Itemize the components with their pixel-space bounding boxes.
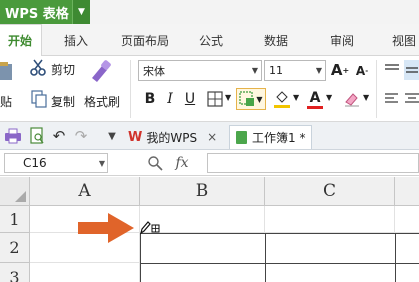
doc-tab-my-wps[interactable]: W 我的WPS ×	[128, 125, 217, 149]
close-icon[interactable]: ×	[207, 130, 217, 144]
name-box-value: C16	[23, 156, 47, 170]
cell-d1[interactable]	[395, 206, 419, 233]
tab-data[interactable]: 数据	[252, 24, 300, 56]
chevron-down-icon[interactable]: ▼	[99, 159, 105, 168]
row-header-1[interactable]: 1	[0, 206, 30, 233]
app-title: WPS 表格	[5, 6, 69, 22]
chevron-down-icon[interactable]: ▼	[326, 93, 332, 102]
scissors-icon[interactable]	[30, 59, 46, 77]
format-painter-icon[interactable]	[88, 58, 114, 84]
chevron-down-icon: ▼	[251, 66, 259, 75]
chevron-down-icon: ▼	[315, 66, 323, 75]
align-middle-icon[interactable]	[404, 60, 419, 80]
tab-page-layout[interactable]: 页面布局	[110, 24, 180, 56]
cell-d3[interactable]	[395, 263, 419, 282]
chevron-down-icon[interactable]: ▼	[225, 93, 231, 102]
cell-c1[interactable]	[265, 206, 395, 233]
quick-access-bar: ↶ ↷ ▼ W 我的WPS × 工作簿1 *	[0, 122, 419, 150]
formula-bar: C16 ▼ fx	[0, 150, 419, 176]
tab-insert[interactable]: 插入	[52, 24, 100, 56]
align-left-icon[interactable]	[384, 90, 400, 108]
undo-icon[interactable]: ↶	[50, 127, 68, 145]
decrease-font-size-icon[interactable]: A-	[353, 62, 371, 80]
spreadsheet-file-icon	[236, 131, 247, 144]
cell-a3[interactable]	[30, 263, 140, 282]
column-header-next[interactable]	[395, 177, 419, 206]
app-menu-button[interactable]: WPS 表格 ▼	[0, 0, 90, 24]
font-color-icon[interactable]: A	[306, 87, 324, 111]
increase-font-size-icon[interactable]: A +	[330, 60, 350, 80]
copy-icon[interactable]	[31, 90, 47, 108]
paste-label[interactable]: 贴	[0, 93, 12, 110]
redo-icon[interactable]: ↷	[72, 127, 90, 145]
doc-tab-label: 我的WPS	[146, 130, 198, 145]
font-size-select[interactable]: 11 ▼	[264, 60, 326, 81]
formula-input[interactable]	[207, 153, 419, 173]
align-top-icon[interactable]	[384, 62, 400, 78]
format-painter-label[interactable]: 格式刷	[84, 93, 120, 110]
cell-c2[interactable]	[265, 233, 396, 264]
cell-b2[interactable]	[140, 233, 266, 264]
chevron-down-icon[interactable]: ▼	[293, 93, 299, 102]
tab-review[interactable]: 审阅	[318, 24, 366, 56]
font-name-select[interactable]: 宋体 ▼	[138, 60, 262, 81]
ribbon-divider	[130, 60, 131, 118]
customize-toolbar-icon[interactable]: ▼	[105, 128, 119, 144]
doc-tab-label: 工作簿1 *	[252, 131, 306, 145]
column-header-a[interactable]: A	[30, 177, 140, 206]
select-all-corner[interactable]	[0, 177, 30, 206]
name-box[interactable]: C16 ▼	[4, 153, 108, 173]
ribbon-tabs: 开始 插入 页面布局 公式 数据 审阅 视图	[0, 24, 419, 57]
doc-tab-workbook[interactable]: 工作簿1 *	[229, 125, 313, 149]
draw-border-pencil-cursor-icon	[139, 219, 161, 235]
italic-icon[interactable]: I	[162, 90, 178, 108]
tutorial-arrow-icon	[78, 213, 134, 243]
cell-c3[interactable]	[265, 263, 396, 282]
column-header-c[interactable]: C	[265, 177, 395, 206]
clear-format-icon[interactable]	[342, 89, 362, 109]
underline-icon[interactable]: U	[182, 90, 198, 108]
print-preview-icon[interactable]	[28, 127, 46, 145]
zoom-icon[interactable]	[146, 154, 164, 172]
print-icon[interactable]	[4, 127, 22, 145]
cut-label[interactable]: 剪切	[51, 61, 75, 78]
borders-icon[interactable]	[206, 90, 224, 108]
ribbon-divider	[376, 60, 377, 118]
tab-view[interactable]: 视图	[380, 24, 419, 56]
chevron-down-icon[interactable]: ▼	[72, 0, 90, 24]
row-header-3[interactable]: 3	[0, 263, 30, 282]
row-header-2[interactable]: 2	[0, 233, 30, 263]
ribbon-toolbar: 贴 剪切 复制 格式刷 宋体 ▼ 11 ▼ A + A- B I U ▼ ▼ ▼…	[0, 56, 419, 122]
bold-icon[interactable]: B	[142, 90, 158, 108]
fill-color-icon[interactable]	[272, 88, 292, 110]
column-header-b[interactable]: B	[140, 177, 265, 206]
font-name-value: 宋体	[143, 64, 165, 78]
font-size-value: 11	[269, 64, 283, 77]
align-center-icon[interactable]	[404, 90, 419, 108]
title-bar: WPS 表格 ▼	[0, 0, 419, 24]
copy-label[interactable]: 复制	[51, 93, 75, 110]
paste-icon[interactable]	[0, 60, 14, 82]
cell-format-button[interactable]: ▼	[236, 88, 266, 110]
cell-b3[interactable]	[140, 263, 266, 282]
tab-formulas[interactable]: 公式	[187, 24, 235, 56]
tab-home[interactable]: 开始	[0, 24, 42, 57]
spreadsheet-grid: A B C 1 2 3	[0, 177, 419, 282]
chevron-down-icon[interactable]: ▼	[363, 93, 369, 102]
cell-d2[interactable]	[395, 233, 419, 264]
insert-function-button[interactable]: fx	[170, 153, 194, 173]
wps-logo-icon: W	[128, 129, 143, 145]
